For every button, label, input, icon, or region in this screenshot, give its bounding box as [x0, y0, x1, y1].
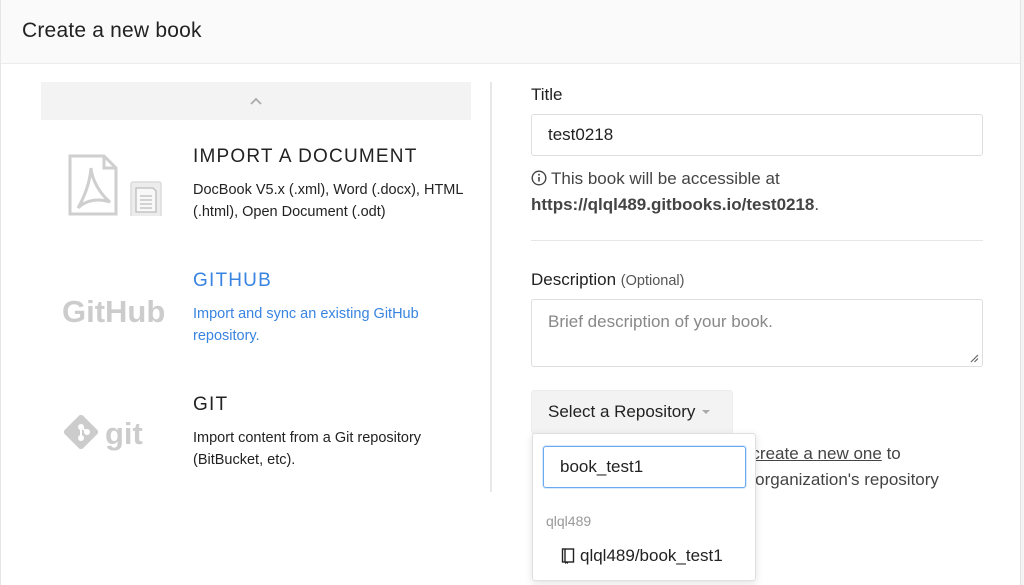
source-title: GITHUB	[193, 270, 272, 291]
title-input[interactable]	[531, 114, 983, 156]
svg-text:GitHub: GitHub	[62, 294, 165, 328]
repository-option[interactable]: qlql489/book_test1	[561, 546, 723, 566]
url-hint: This book will be accessible at https://…	[531, 166, 983, 218]
pdf-and-document-icon	[68, 154, 162, 216]
source-title: IMPORT A DOCUMENT	[193, 146, 418, 167]
section-divider	[531, 240, 983, 241]
source-title: GIT	[193, 394, 229, 415]
source-description: DocBook V5.x (.xml), Word (.docx), HTML …	[193, 182, 463, 220]
modal-title: Create a new book	[22, 19, 202, 42]
scroll-up-button[interactable]	[41, 82, 471, 120]
description-label: Description (Optional)	[531, 270, 684, 290]
select-repository-button[interactable]: Select a Repository	[531, 390, 733, 434]
chevron-up-icon	[250, 97, 262, 105]
pane-divider	[490, 82, 492, 492]
repo-help-line2: b organization's repository	[741, 470, 939, 489]
git-logo-icon: git	[63, 414, 143, 451]
resize-grip-icon[interactable]	[969, 353, 979, 363]
repo-help-text: r create a new one to b organization's r…	[741, 441, 981, 493]
select-repository-label: Select a Repository	[548, 402, 696, 421]
svg-text:git: git	[105, 416, 143, 451]
info-icon	[531, 170, 547, 186]
book-icon	[561, 548, 575, 564]
modal-header: Create a new book	[1, 0, 1020, 64]
source-description: Import and sync an existing GitHub repos…	[193, 306, 419, 344]
description-textarea[interactable]	[531, 299, 983, 367]
source-github[interactable]: GitHub GITHUB Import and sync an existin…	[41, 264, 471, 364]
source-git[interactable]: git GIT Import content from a Git reposi…	[41, 388, 471, 488]
title-label: Title	[531, 85, 563, 104]
description-label-text: Description	[531, 270, 617, 289]
create-new-repo-link[interactable]: create a new one	[751, 444, 881, 463]
repository-option-label: qlql489/book_test1	[580, 546, 723, 565]
repository-dropdown: qlql489 qlql489/book_test1	[532, 433, 756, 581]
github-wordmark-icon: GitHub	[62, 294, 165, 328]
repository-search-input[interactable]	[543, 446, 746, 488]
caret-down-icon	[702, 410, 711, 414]
optional-note: (Optional)	[620, 273, 685, 289]
hint-period: .	[814, 195, 820, 214]
source-description: Import content from a Git repository (Bi…	[193, 430, 422, 468]
hint-text: This book will be accessible at	[551, 169, 780, 188]
book-url: https://qlql489.gitbooks.io/test0218	[531, 195, 815, 214]
repo-help-suffix: to	[886, 444, 901, 463]
dropdown-group-label: qlql489	[546, 513, 592, 529]
source-import-document[interactable]: IMPORT A DOCUMENT DocBook V5.x (.xml), W…	[41, 140, 471, 240]
create-book-modal: Create a new book IMPORT A DOCUMENT DocB…	[0, 0, 1021, 585]
